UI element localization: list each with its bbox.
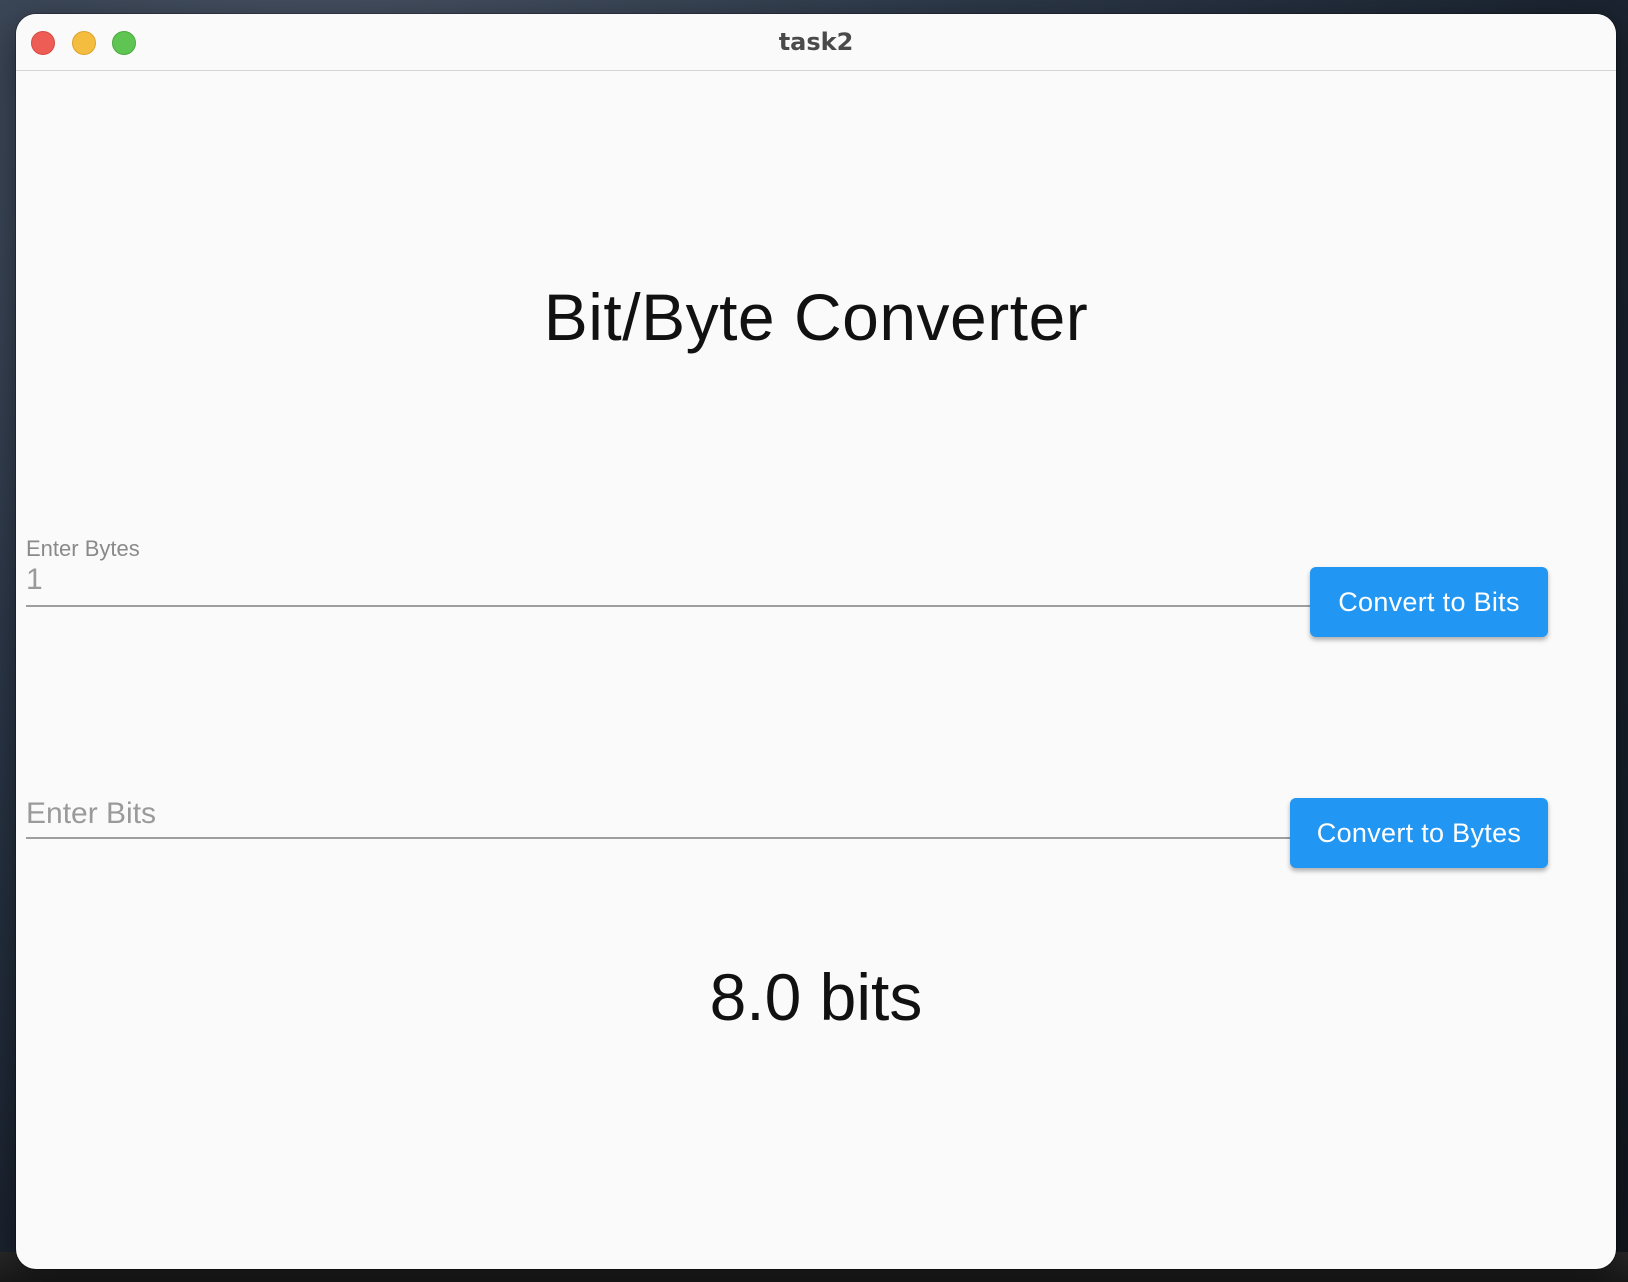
page-title: Bit/Byte Converter <box>543 280 1089 354</box>
bits-input-underline <box>26 837 1291 839</box>
bits-field <box>26 783 1291 853</box>
convert-to-bytes-button[interactable]: Convert to Bytes <box>1290 798 1548 868</box>
bytes-field-label: Enter Bytes <box>26 536 140 561</box>
app-window: task2 Bit/Byte Converter Enter Bytes Con… <box>16 14 1616 1269</box>
main-content: Bit/Byte Converter Enter Bytes Convert t… <box>16 71 1616 1269</box>
window-title: task2 <box>778 28 854 56</box>
title-bar: task2 <box>16 14 1616 71</box>
bytes-field: Enter Bytes <box>26 533 1311 613</box>
bytes-input[interactable] <box>26 563 626 597</box>
convert-to-bits-button[interactable]: Convert to Bits <box>1310 567 1548 637</box>
conversion-result: 8.0 bits <box>709 960 923 1034</box>
bytes-input-underline <box>26 605 1311 607</box>
bits-input[interactable] <box>26 797 626 831</box>
